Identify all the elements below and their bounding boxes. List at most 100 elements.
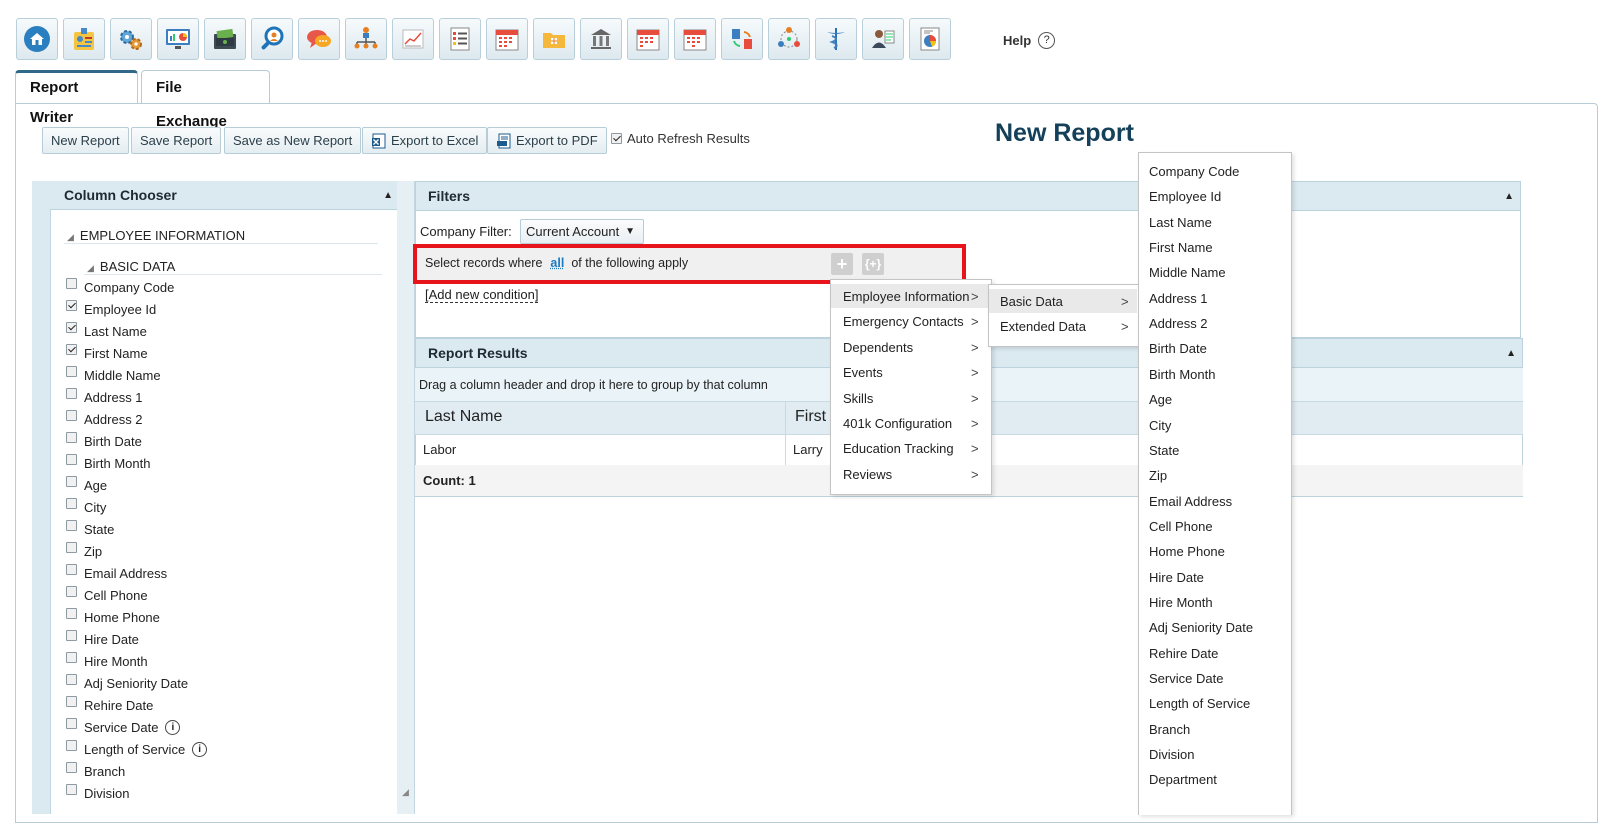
column-header-last-name[interactable]: Last Name <box>425 408 502 426</box>
category-menu-item[interactable]: Employee Information <box>843 289 969 304</box>
category-menu-item[interactable]: Skills <box>843 391 873 406</box>
column-checkbox[interactable] <box>66 564 77 575</box>
field-menu-item[interactable]: Adj Seniority Date <box>1149 620 1253 635</box>
field-menu-item[interactable]: Address 2 <box>1149 316 1208 331</box>
tab-file-exchange[interactable]: File Exchange <box>141 70 270 130</box>
field-menu-item[interactable]: Employee Id <box>1149 189 1221 204</box>
column-option[interactable]: Zip <box>66 542 102 559</box>
column-option[interactable]: Branch <box>66 762 125 779</box>
column-checkbox[interactable] <box>66 608 77 619</box>
column-checkbox[interactable] <box>66 520 77 531</box>
column-checkbox[interactable] <box>66 652 77 663</box>
column-checkbox[interactable] <box>66 542 77 553</box>
settings-gears-icon[interactable] <box>110 18 152 60</box>
checklist-icon[interactable] <box>439 18 481 60</box>
subcategory-menu-item[interactable]: Extended Data <box>1000 319 1086 334</box>
column-checkbox[interactable] <box>66 366 77 377</box>
dashboard-monitor-icon[interactable] <box>157 18 199 60</box>
field-menu-item[interactable]: Service Date <box>1149 671 1223 686</box>
company-filter-select[interactable]: Current Account ▼ <box>520 219 644 244</box>
payroll-cash-icon[interactable] <box>204 18 246 60</box>
column-option[interactable]: Last Name <box>66 322 147 339</box>
info-icon[interactable]: i <box>165 720 181 735</box>
column-option[interactable]: Home Phone <box>66 608 160 625</box>
column-checkbox[interactable] <box>66 278 77 289</box>
column-option[interactable]: Cell Phone <box>66 586 148 603</box>
line-chart-icon[interactable] <box>392 18 434 60</box>
user-notes-icon[interactable] <box>862 18 904 60</box>
column-checkbox[interactable] <box>66 410 77 421</box>
column-checkbox[interactable] <box>66 388 77 399</box>
field-menu-item[interactable]: Branch <box>1149 722 1190 737</box>
column-checkbox[interactable] <box>66 674 77 685</box>
column-option[interactable]: Length of Service i <box>66 740 208 757</box>
add-new-condition-link[interactable]: [Add new condition] <box>425 287 539 303</box>
column-option[interactable]: Hire Month <box>66 652 148 669</box>
column-option[interactable]: Service Date i <box>66 718 181 735</box>
column-checkbox[interactable] <box>66 344 77 355</box>
column-option[interactable]: Middle Name <box>66 366 161 383</box>
export-excel-button[interactable]: Export to Excel <box>362 127 488 154</box>
filters-header[interactable]: Filters ▲ <box>416 182 1520 211</box>
tree-subgroup-basic-data[interactable]: ◢ BASIC DATA <box>87 259 175 274</box>
field-menu-item[interactable]: Cell Phone <box>1149 519 1213 534</box>
column-header-first-name[interactable]: First <box>795 408 826 426</box>
tree-group-employee-information[interactable]: ◢ EMPLOYEE INFORMATION <box>67 228 245 243</box>
column-option[interactable]: Age <box>66 476 107 493</box>
medical-caduceus-icon[interactable] <box>815 18 857 60</box>
field-menu-item[interactable]: Birth Date <box>1149 341 1207 356</box>
field-menu-item[interactable]: Rehire Date <box>1149 646 1218 661</box>
search-magnifier-icon[interactable] <box>251 18 293 60</box>
category-menu-item[interactable]: Education Tracking <box>843 441 954 456</box>
category-menu-item[interactable]: Events <box>843 365 883 380</box>
column-option[interactable]: Adj Seniority Date <box>66 674 188 691</box>
field-menu-item[interactable]: Middle Name <box>1149 265 1226 280</box>
column-checkbox[interactable] <box>66 498 77 509</box>
column-checkbox[interactable] <box>66 696 77 707</box>
field-menu-item[interactable]: Zip <box>1149 468 1167 483</box>
column-option[interactable]: Address 2 <box>66 410 143 427</box>
info-icon[interactable]: i <box>192 742 208 757</box>
column-checkbox[interactable] <box>66 586 77 597</box>
column-option[interactable]: Employee Id <box>66 300 156 317</box>
column-checkbox[interactable] <box>66 322 77 333</box>
new-report-button[interactable]: New Report <box>42 127 129 154</box>
category-menu-item[interactable]: Emergency Contacts <box>843 314 964 329</box>
field-menu-item[interactable]: Length of Service <box>1149 696 1250 711</box>
calendar-icon[interactable] <box>486 18 528 60</box>
field-menu-item[interactable]: Birth Month <box>1149 367 1215 382</box>
field-menu-item[interactable]: Hire Month <box>1149 595 1213 610</box>
column-checkbox[interactable] <box>66 432 77 443</box>
auto-refresh-checkbox[interactable] <box>611 133 622 144</box>
collapse-up-icon[interactable]: ▲ <box>383 181 393 210</box>
pie-chart-report-icon[interactable] <box>909 18 951 60</box>
field-menu-item[interactable]: Last Name <box>1149 215 1212 230</box>
folder-icon[interactable] <box>533 18 575 60</box>
column-checkbox[interactable] <box>66 784 77 795</box>
employee-badge-icon[interactable] <box>63 18 105 60</box>
save-as-new-report-button[interactable]: Save as New Report <box>224 127 362 154</box>
column-checkbox[interactable] <box>66 718 77 729</box>
category-menu-item[interactable]: Reviews <box>843 467 892 482</box>
category-menu-item[interactable]: Dependents <box>843 340 913 355</box>
column-checkbox[interactable] <box>66 740 77 751</box>
field-menu-item[interactable]: Company Code <box>1149 164 1239 179</box>
help-link[interactable]: Help ? <box>1003 32 1056 49</box>
calendar-icon[interactable] <box>627 18 669 60</box>
network-icon[interactable] <box>768 18 810 60</box>
org-chart-icon[interactable] <box>345 18 387 60</box>
home-icon[interactable] <box>16 18 58 60</box>
field-menu-item[interactable]: Home Phone <box>1149 544 1225 559</box>
field-menu-item[interactable]: Hire Date <box>1149 570 1204 585</box>
splitter-handle-icon[interactable]: ◢ <box>402 787 409 798</box>
help-question-icon[interactable]: ? <box>1038 32 1056 49</box>
category-menu-item[interactable]: 401k Configuration <box>843 416 952 431</box>
field-menu-item[interactable]: Division <box>1149 747 1195 762</box>
column-option[interactable]: Rehire Date <box>66 696 153 713</box>
field-menu-item[interactable]: Age <box>1149 392 1172 407</box>
subcategory-menu-item[interactable]: Basic Data <box>1000 294 1063 309</box>
column-option[interactable]: Hire Date <box>66 630 139 647</box>
collapse-up-icon[interactable]: ▲ <box>1506 339 1516 368</box>
column-option[interactable]: Company Code <box>66 278 174 295</box>
field-menu-item[interactable]: City <box>1149 418 1171 433</box>
